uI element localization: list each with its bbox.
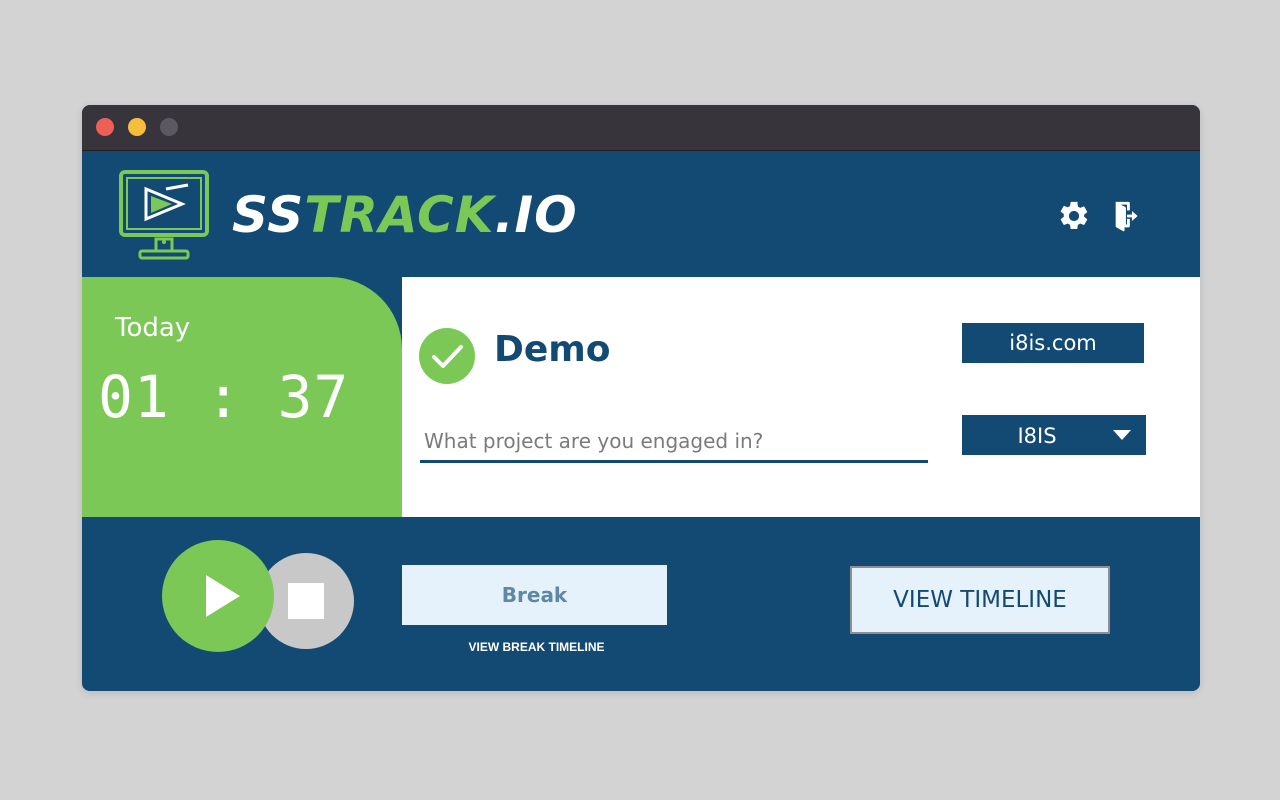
today-label: Today xyxy=(115,313,191,343)
timer-value: 01 : 37 xyxy=(98,363,350,431)
close-window-button[interactable] xyxy=(96,118,114,136)
today-timer-panel: Today 01 : 37 xyxy=(82,277,402,517)
app-window: SSTRACK.IO Today 01 : 37 Demo i8is.com I… xyxy=(82,105,1200,691)
maximize-window-button[interactable] xyxy=(160,118,178,136)
play-button[interactable] xyxy=(162,540,274,652)
chevron-down-icon xyxy=(1113,430,1131,440)
brand-wordmark: SSTRACK.IO xyxy=(232,185,578,245)
company-select-value: I8IS xyxy=(1017,424,1057,448)
minimize-window-button[interactable] xyxy=(128,118,146,136)
control-footer: Break VIEW BREAK TIMELINE VIEW TIMELINE xyxy=(82,517,1200,691)
check-circle-icon xyxy=(419,328,475,384)
break-button[interactable]: Break xyxy=(402,565,667,625)
brand-name-part: TRACK xyxy=(304,186,495,244)
project-input[interactable] xyxy=(420,421,928,463)
gear-icon[interactable] xyxy=(1057,199,1091,233)
view-break-timeline-link[interactable]: VIEW BREAK TIMELINE xyxy=(402,640,671,654)
play-icon xyxy=(206,575,240,617)
brand-name-part: .IO xyxy=(494,186,578,244)
company-domain-badge: i8is.com xyxy=(962,323,1144,363)
stop-icon xyxy=(288,583,324,619)
brand-name-part: SS xyxy=(232,186,305,244)
app-header: SSTRACK.IO xyxy=(82,151,1200,277)
user-name: Demo xyxy=(494,329,611,370)
monitor-logo-icon xyxy=(119,170,209,260)
company-select[interactable]: I8IS xyxy=(962,415,1146,455)
logout-icon[interactable] xyxy=(1110,199,1144,233)
view-timeline-button[interactable]: VIEW TIMELINE xyxy=(850,566,1110,634)
title-bar xyxy=(82,105,1200,151)
work-panel: Demo i8is.com I8IS xyxy=(402,277,1200,517)
